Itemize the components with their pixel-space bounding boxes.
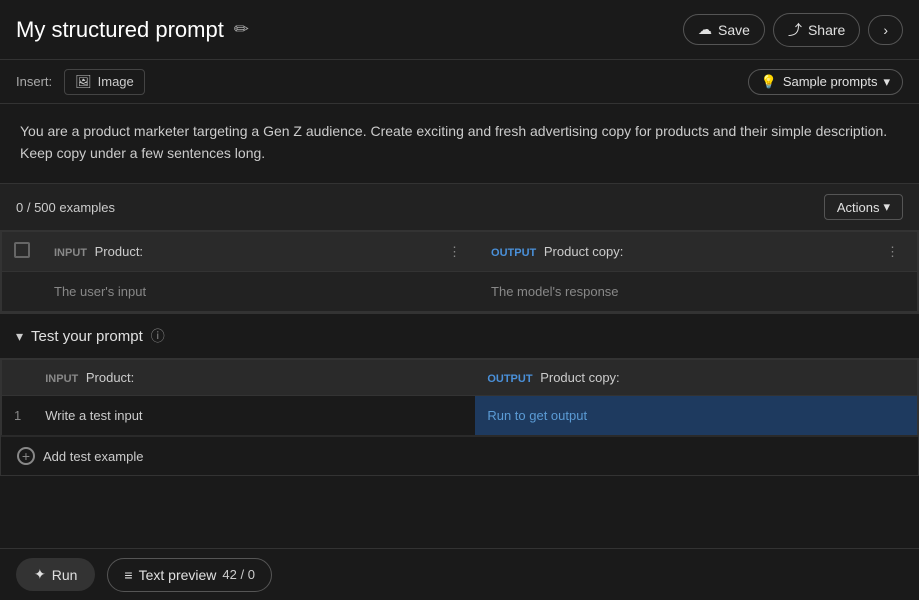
output-dots-cell: ⋮	[868, 232, 918, 272]
prompt-text: You are a product marketer targeting a G…	[20, 123, 887, 161]
select-all-checkbox[interactable]	[14, 242, 30, 258]
more-options-button[interactable]: ›	[868, 15, 903, 45]
test-table-wrapper: INPUT Product: OUTPUT Product copy: 1 Wr…	[0, 358, 919, 476]
placeholder-checkbox-cell	[2, 272, 43, 312]
test-output-tag: OUTPUT	[487, 373, 532, 385]
placeholder-output-text: The model's response	[491, 284, 619, 299]
image-button[interactable]: 🖼 Image	[64, 69, 145, 95]
test-num-header	[2, 360, 34, 396]
image-icon: 🖼	[75, 74, 92, 90]
input-column-header: INPUT Product:	[42, 232, 430, 272]
header: My structured prompt ✏ ☁ Save ⤴ Share ›	[0, 0, 919, 60]
bottom-bar: ✦ Run ≡ Text preview 42 / 0	[0, 548, 919, 600]
lightbulb-icon: 💡	[761, 74, 777, 90]
run-label: Run	[52, 567, 78, 583]
input-tag-label: INPUT	[54, 247, 87, 259]
input-column-name: Product:	[95, 244, 143, 259]
run-icon: ✦	[34, 566, 46, 583]
test-output-name: Product copy:	[540, 370, 620, 385]
output-column-header: OUTPUT Product copy:	[479, 232, 868, 272]
placeholder-output-dots-cell	[868, 272, 918, 312]
output-tag-label: OUTPUT	[491, 247, 536, 259]
run-button[interactable]: ✦ Run	[16, 558, 95, 591]
share-icon: ⤴	[788, 20, 802, 40]
chevron-right-icon: ›	[883, 22, 888, 38]
test-row-number: 1	[2, 396, 34, 436]
placeholder-input-text: The user's input	[54, 284, 146, 299]
examples-section: 0 / 500 examples Actions ▾ INPUT Product…	[0, 184, 919, 313]
share-button[interactable]: ⤴ Share	[773, 13, 860, 47]
placeholder-input-cell[interactable]: The user's input	[42, 272, 430, 312]
test-input-name: Product:	[86, 370, 134, 385]
save-button[interactable]: ☁ Save	[683, 14, 765, 45]
sample-prompts-button[interactable]: 💡 Sample prompts ▾	[748, 69, 903, 95]
test-section-chevron-icon[interactable]: ▾	[16, 328, 23, 345]
cloud-icon: ☁	[698, 21, 712, 38]
examples-table-header-row: INPUT Product: ⋮ OUTPUT Product copy: ⋮	[2, 232, 918, 272]
test-input-cell[interactable]: Write a test input	[33, 396, 475, 436]
output-column-menu-icon[interactable]: ⋮	[880, 242, 905, 261]
add-test-example-button[interactable]: + Add test example	[1, 436, 918, 475]
insert-label: Insert:	[16, 74, 52, 89]
test-section-header: ▾ Test your prompt ⓘ	[0, 313, 919, 358]
test-section: ▾ Test your prompt ⓘ INPUT Product: OUTP…	[0, 313, 919, 476]
page-title: My structured prompt	[16, 17, 224, 43]
actions-button[interactable]: Actions ▾	[824, 194, 903, 220]
header-right: ☁ Save ⤴ Share ›	[683, 13, 903, 47]
prompt-area[interactable]: You are a product marketer targeting a G…	[0, 104, 919, 184]
test-table-header-row: INPUT Product: OUTPUT Product copy:	[2, 360, 918, 396]
output-column-name: Product copy:	[544, 244, 624, 259]
examples-table-wrapper: INPUT Product: ⋮ OUTPUT Product copy: ⋮	[0, 230, 919, 313]
test-output-column-header: OUTPUT Product copy:	[475, 360, 917, 396]
input-dots-cell: ⋮	[430, 232, 479, 272]
plus-circle-icon: +	[17, 447, 35, 465]
test-input-column-header: INPUT Product:	[33, 360, 475, 396]
text-preview-label: Text preview	[139, 567, 217, 583]
edit-icon[interactable]: ✏	[234, 19, 249, 40]
test-output-cell: Run to get output	[475, 396, 917, 436]
placeholder-output-cell[interactable]: The model's response	[479, 272, 868, 312]
table-row: 1 Write a test input Run to get output	[2, 396, 918, 436]
header-left: My structured prompt ✏	[16, 17, 249, 43]
examples-table: INPUT Product: ⋮ OUTPUT Product copy: ⋮	[1, 231, 918, 312]
test-section-title: Test your prompt	[31, 328, 143, 345]
test-output-text: Run to get output	[487, 408, 587, 423]
test-input-text: Write a test input	[45, 408, 142, 423]
examples-placeholder-row: The user's input The model's response	[2, 272, 918, 312]
actions-chevron-icon: ▾	[883, 199, 890, 215]
checkbox-column-header	[2, 232, 43, 272]
add-test-label: Add test example	[43, 449, 143, 464]
chevron-down-icon: ▾	[883, 74, 890, 90]
toolbar: Insert: 🖼 Image 💡 Sample prompts ▾	[0, 60, 919, 104]
text-preview-button[interactable]: ≡ Text preview 42 / 0	[107, 558, 272, 592]
text-preview-icon: ≡	[124, 567, 132, 583]
input-column-menu-icon[interactable]: ⋮	[442, 242, 467, 261]
test-section-info-icon[interactable]: ⓘ	[151, 326, 165, 346]
test-input-tag: INPUT	[45, 373, 78, 385]
examples-count: 0 / 500 examples	[16, 200, 115, 215]
test-table: INPUT Product: OUTPUT Product copy: 1 Wr…	[1, 359, 918, 436]
examples-header: 0 / 500 examples Actions ▾	[0, 184, 919, 230]
preview-count: 42 / 0	[222, 567, 255, 582]
placeholder-input-dots-cell	[430, 272, 479, 312]
toolbar-left: Insert: 🖼 Image	[16, 69, 145, 95]
